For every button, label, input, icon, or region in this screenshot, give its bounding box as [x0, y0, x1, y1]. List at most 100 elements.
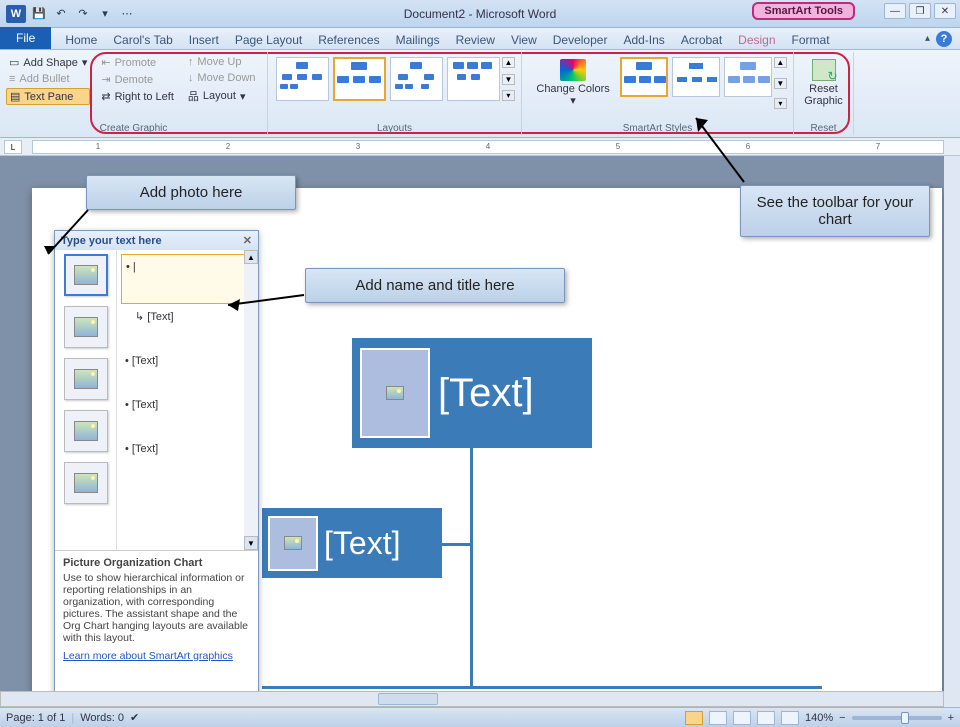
- style-option-1[interactable]: [620, 57, 668, 97]
- tab-insert[interactable]: Insert: [181, 31, 227, 49]
- styles-scroll-up[interactable]: ▲: [774, 57, 787, 68]
- zoom-slider[interactable]: [852, 716, 942, 720]
- move-down-button: ↓Move Down: [185, 71, 259, 85]
- tab-format[interactable]: Format: [784, 31, 838, 49]
- list-item[interactable]: • [Text]: [121, 437, 254, 461]
- zoom-level[interactable]: 140%: [805, 712, 833, 724]
- qat-more-icon[interactable]: ▾: [96, 5, 114, 23]
- up-icon: ↑: [188, 56, 194, 68]
- layouts-scroll-down[interactable]: ▼: [502, 74, 515, 85]
- minimize-button[interactable]: —: [884, 3, 906, 19]
- learn-more-link[interactable]: Learn more about SmartArt graphics: [63, 650, 250, 662]
- tab-developer[interactable]: Developer: [545, 31, 616, 49]
- layouts-scroll-up[interactable]: ▲: [502, 57, 515, 68]
- callout-toolbar: See the toolbar for your chart: [740, 185, 930, 237]
- spell-check-icon[interactable]: ✔: [130, 711, 139, 724]
- file-tab[interactable]: File: [0, 27, 51, 49]
- page[interactable]: [Text] [Text] Type your text here ✕: [32, 188, 942, 707]
- ruler-mark: 2: [226, 142, 230, 151]
- zoom-thumb[interactable]: [901, 712, 909, 724]
- close-button[interactable]: ✕: [934, 3, 956, 19]
- promote-button: ⇤Promote: [98, 55, 177, 70]
- layout-option-1[interactable]: [276, 57, 329, 101]
- ruler-mark: 7: [876, 142, 880, 151]
- node-text[interactable]: [Text]: [324, 525, 400, 562]
- horizontal-ruler[interactable]: 1 2 3 4 5 6 7: [32, 140, 944, 154]
- save-icon[interactable]: 💾: [30, 5, 48, 23]
- list-item[interactable]: • [Text]: [121, 393, 254, 417]
- thumb-item[interactable]: [64, 306, 108, 348]
- tab-review[interactable]: Review: [448, 31, 503, 49]
- text-pane-close-icon[interactable]: ✕: [243, 234, 252, 247]
- picture-placeholder[interactable]: [360, 348, 430, 438]
- layouts-more[interactable]: ▾: [502, 90, 515, 101]
- restore-button[interactable]: ❐: [909, 3, 931, 19]
- reset-graphic-button[interactable]: ↻ Reset Graphic: [800, 55, 847, 111]
- word-count[interactable]: Words: 0: [80, 712, 124, 724]
- layout-option-4[interactable]: [447, 57, 500, 101]
- vertical-scrollbar[interactable]: [944, 156, 960, 707]
- tab-references[interactable]: References: [310, 31, 387, 49]
- layout-option-3[interactable]: [390, 57, 443, 101]
- list-item[interactable]: • |: [121, 254, 254, 304]
- draft-view-icon[interactable]: [781, 711, 799, 725]
- word-icon[interactable]: W: [6, 5, 26, 23]
- smartart-node-root[interactable]: [Text]: [352, 338, 592, 448]
- full-screen-view-icon[interactable]: [709, 711, 727, 725]
- reset-icon: ↻: [812, 59, 836, 81]
- styles-more[interactable]: ▾: [774, 98, 787, 109]
- layout-option-2[interactable]: [333, 57, 386, 101]
- thumb-item[interactable]: [64, 462, 108, 504]
- thumb-item[interactable]: [64, 410, 108, 452]
- change-colors-button[interactable]: Change Colors ▾: [528, 55, 618, 111]
- zoom-out-button[interactable]: −: [839, 712, 845, 724]
- layout-button[interactable]: 品Layout ▾: [185, 87, 259, 105]
- tab-home[interactable]: Home: [57, 31, 105, 49]
- rtl-button[interactable]: ⇄Right to Left: [98, 89, 177, 104]
- node-text[interactable]: [Text]: [438, 371, 534, 416]
- smartart-text-pane[interactable]: Type your text here ✕ • | ↳ [Text] • [Te…: [54, 230, 259, 700]
- list-item[interactable]: ↳ [Text]: [121, 304, 254, 329]
- image-icon: [74, 317, 98, 337]
- minimize-ribbon-icon[interactable]: ▴: [925, 33, 930, 44]
- text-pane-icon: ▤: [10, 90, 20, 103]
- add-shape-button[interactable]: ▭Add Shape ▾: [6, 55, 90, 70]
- tab-page-layout[interactable]: Page Layout: [227, 31, 310, 49]
- thumb-item[interactable]: [64, 254, 108, 296]
- tab-acrobat[interactable]: Acrobat: [673, 31, 730, 49]
- tab-selector[interactable]: L: [4, 140, 22, 154]
- style-option-3[interactable]: [724, 57, 772, 97]
- picture-placeholder[interactable]: [268, 516, 318, 571]
- text-pane-list[interactable]: • | ↳ [Text] • [Text] • [Text] • [Text] …: [117, 250, 258, 550]
- group-label-styles: SmartArt Styles: [522, 123, 793, 134]
- tab-addins[interactable]: Add-Ins: [615, 31, 672, 49]
- scroll-up-icon[interactable]: ▲: [244, 250, 258, 264]
- thumb-item[interactable]: [64, 358, 108, 400]
- list-item[interactable]: • [Text]: [121, 349, 254, 373]
- outline-view-icon[interactable]: [757, 711, 775, 725]
- help-icon[interactable]: ?: [936, 31, 952, 47]
- page-indicator[interactable]: Page: 1 of 1: [6, 712, 65, 724]
- add-bullet-button: ≡Add Bullet: [6, 72, 90, 86]
- styles-scroll-down[interactable]: ▼: [774, 78, 787, 89]
- tab-carols[interactable]: Carol's Tab: [105, 31, 180, 49]
- text-pane-button[interactable]: ▤Text Pane: [6, 88, 90, 105]
- style-option-2[interactable]: [672, 57, 720, 97]
- tab-design[interactable]: Design: [730, 31, 783, 49]
- group-label-reset: Reset: [794, 123, 853, 134]
- hscroll-thumb[interactable]: [378, 693, 438, 705]
- smartart-node-assistant[interactable]: [Text]: [262, 508, 442, 578]
- horizontal-scrollbar[interactable]: [0, 691, 944, 707]
- tab-view[interactable]: View: [503, 31, 545, 49]
- undo-icon[interactable]: ↶: [52, 5, 70, 23]
- web-layout-view-icon[interactable]: [733, 711, 751, 725]
- scroll-down-icon[interactable]: ▼: [244, 536, 258, 550]
- tab-mailings[interactable]: Mailings: [388, 31, 448, 49]
- print-layout-view-icon[interactable]: [685, 711, 703, 725]
- quick-access-toolbar: W 💾 ↶ ↷ ▾ ⋯: [0, 3, 142, 25]
- qat-extra-icon[interactable]: ⋯: [118, 5, 136, 23]
- desc-body: Use to show hierarchical information or …: [63, 572, 250, 644]
- zoom-in-button[interactable]: +: [948, 712, 954, 724]
- redo-icon[interactable]: ↷: [74, 5, 92, 23]
- text-pane-scrollbar[interactable]: ▲ ▼: [244, 250, 258, 550]
